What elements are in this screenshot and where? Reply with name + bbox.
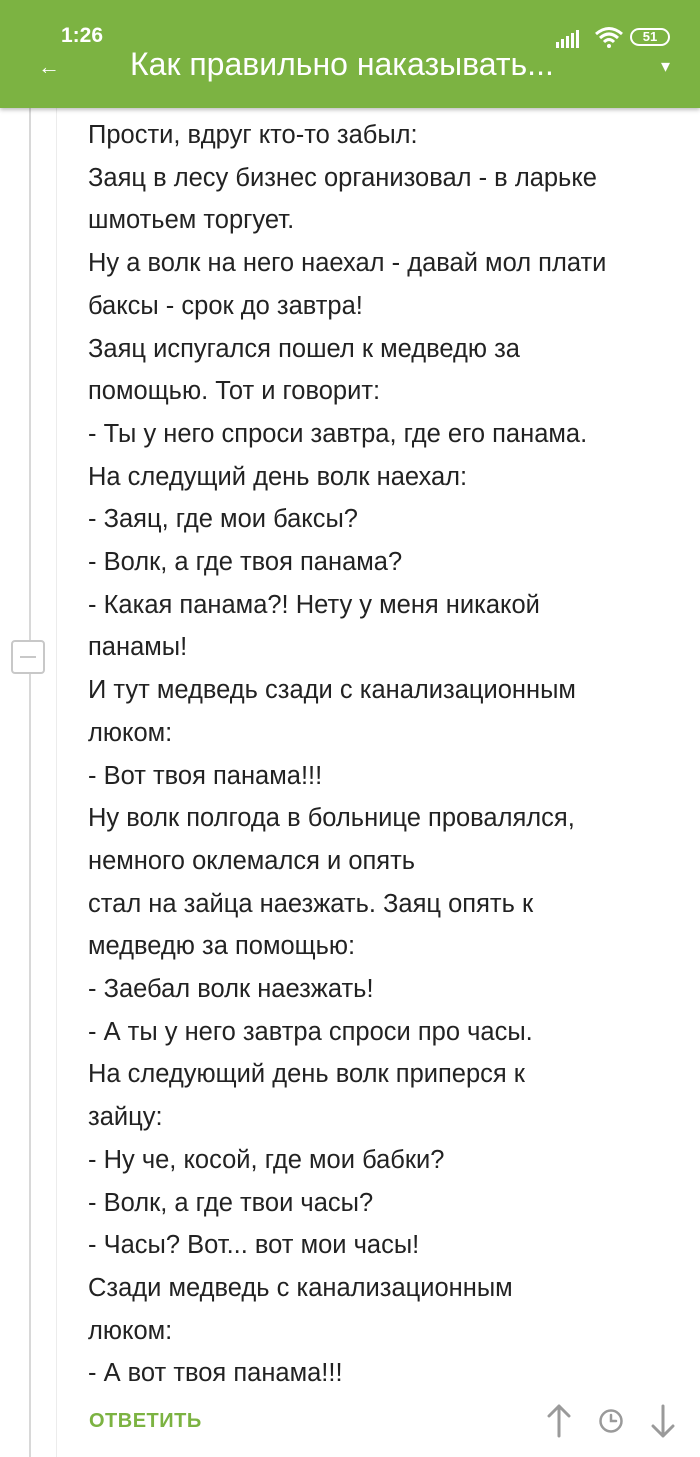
comment-body: Прости, вдруг кто-то забыл: Заяц в лесу … xyxy=(88,114,688,1395)
status-time: 1:26 xyxy=(61,24,104,47)
comment-line: - Волк, а где твои часы? xyxy=(88,1188,374,1217)
comment-line: - Какая панама?! Нету у меня никакой xyxy=(88,590,540,619)
comment-line: Прости, вдруг кто-то забыл: xyxy=(88,121,418,149)
collapse-button[interactable] xyxy=(11,640,45,674)
arrow-down-icon[interactable] xyxy=(650,1404,676,1438)
comment-line: - Заебал волк наезжать! xyxy=(88,975,374,1004)
comment-line: стал на зайца наезжать. Заяц опять к xyxy=(88,889,534,918)
comment-line: баксы - срок до завтра! xyxy=(88,291,363,320)
comment-line: - Ну че, косой, где мои бабки? xyxy=(88,1145,445,1174)
comment-line: люком: xyxy=(88,718,173,747)
comment-line: помощью. Тот и говорит: xyxy=(88,377,381,406)
comment-line: люком: xyxy=(88,1316,173,1345)
comment-line: На следующий день волк приперся к xyxy=(88,1060,525,1089)
page-title: Как правильно наказывать... xyxy=(130,46,554,82)
comment-line: - Волк, а где твоя панама? xyxy=(88,548,403,577)
comment-line: - Вот твоя панама!!! xyxy=(88,761,323,790)
comment-line: - Заяц, где мои баксы? xyxy=(88,505,358,534)
thread-divider xyxy=(56,108,57,1457)
comment-line: медведю за помощью: xyxy=(88,932,356,961)
reply-button[interactable]: ОТВЕТИТЬ xyxy=(89,1410,202,1433)
comment-line: Ну волк полгода в больнице провалялся, xyxy=(88,804,575,833)
wifi-icon xyxy=(595,27,623,48)
comment-line: - А вот твоя панама!!! xyxy=(88,1359,343,1388)
comment-line: - А ты у него завтра спроси про часы. xyxy=(88,1017,533,1046)
comment-line: Заяц испугался пошел к медведю за xyxy=(88,334,520,363)
comment-line: Ну а волк на него наехал - давай мол пла… xyxy=(88,249,607,278)
app-bar: 1:26 51 ← Как правильно наказывать... ▾ xyxy=(0,0,700,108)
comment-line: И тут медведь сзади с канализационным xyxy=(88,676,576,705)
comment-line: - Часы? Вот... вот мои часы! xyxy=(88,1231,420,1260)
comment-line: Сзади медведь с канализационным xyxy=(88,1273,513,1302)
comment-line: панамы! xyxy=(88,633,188,662)
back-arrow-icon[interactable]: ← xyxy=(38,54,60,80)
clock-icon[interactable] xyxy=(598,1408,624,1434)
comment-line: На следущий день волк наехал: xyxy=(88,462,468,491)
comment-line: немного оклемался и опять xyxy=(88,846,416,875)
minus-icon xyxy=(20,656,36,658)
dropdown-icon[interactable]: ▾ xyxy=(661,56,670,77)
thread-line xyxy=(29,108,31,1457)
arrow-up-icon[interactable] xyxy=(546,1404,572,1438)
comment-line: зайцу: xyxy=(88,1103,163,1132)
battery-icon: 51 xyxy=(630,28,670,46)
comment-line: шмотьем торгует. xyxy=(88,206,295,235)
comment-line: - Ты у него спроси завтра, где его панам… xyxy=(88,419,588,448)
comment-line: Заяц в лесу бизнес организовал - в ларьк… xyxy=(88,163,597,192)
